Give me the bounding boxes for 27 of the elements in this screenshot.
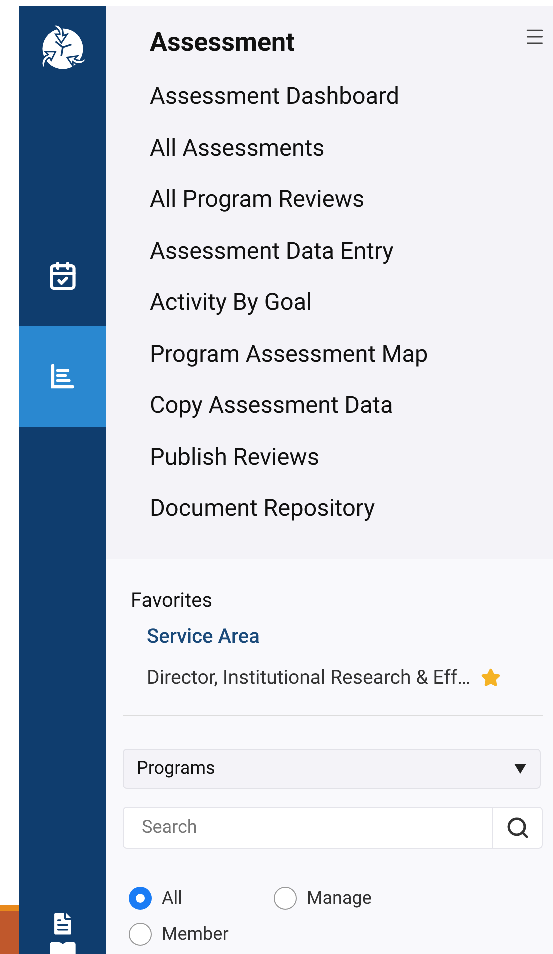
menu-link[interactable]: Copy Assessment Data — [150, 380, 546, 432]
search-button[interactable] — [493, 806, 543, 848]
menu-link[interactable]: Publish Reviews — [150, 432, 546, 483]
search-icon — [506, 816, 530, 840]
radio-button[interactable] — [129, 923, 152, 946]
menu-link[interactable]: Assessment Dashboard — [150, 71, 546, 122]
programs-dropdown[interactable]: Programs — [123, 748, 541, 788]
menu-link[interactable]: Assessment Data Entry — [150, 226, 546, 277]
radio-option[interactable]: Manage — [274, 886, 424, 910]
radio-option[interactable]: Member — [129, 922, 274, 946]
menu-link[interactable]: All Assessments — [150, 122, 546, 174]
menu-link[interactable]: Activity By Goal — [150, 277, 546, 328]
menu-link[interactable]: All Program Reviews — [150, 174, 546, 226]
radio-button[interactable] — [129, 887, 152, 910]
menu-link[interactable]: Document Repository — [150, 483, 546, 534]
favorite-link[interactable]: Director, Institutional Research & Eff… — [147, 664, 471, 690]
caret-icon — [514, 764, 527, 774]
menu-link[interactable]: Program Assessment Map — [150, 328, 546, 380]
calendar-icon — [48, 260, 78, 290]
search-field[interactable]: Search — [123, 806, 493, 848]
favorites-group: Service Area — [123, 622, 543, 648]
favorites-heading: Favorites — [130, 586, 214, 612]
background-strip — [0, 905, 19, 954]
menu-title: Assessment — [150, 27, 295, 60]
star-icon[interactable] — [480, 668, 501, 688]
radio-option[interactable]: All — [129, 886, 274, 910]
radio-button[interactable] — [274, 887, 297, 910]
